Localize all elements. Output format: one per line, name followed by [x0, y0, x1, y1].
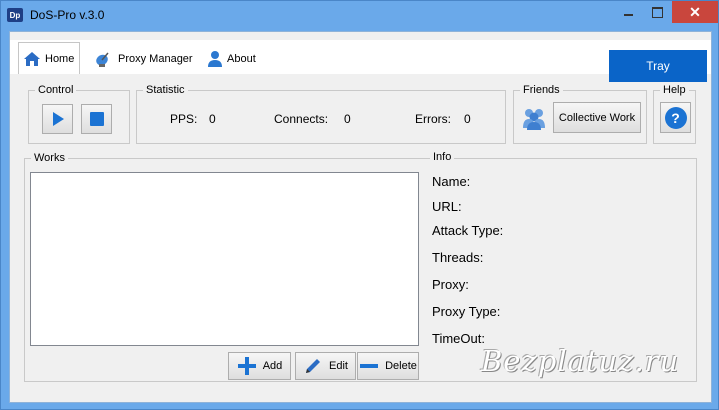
- info-proxy-label: Proxy:: [432, 277, 469, 292]
- errors-label: Errors:: [415, 112, 451, 126]
- minus-icon: [360, 364, 379, 368]
- delete-button[interactable]: Delete: [357, 352, 419, 380]
- works-group-label: Works: [34, 152, 65, 164]
- info-url-label: URL:: [432, 199, 462, 214]
- friends-group-label: Friends: [523, 84, 560, 96]
- help-group-label: Help: [663, 84, 686, 96]
- errors-value: 0: [464, 112, 471, 126]
- help-icon: ?: [664, 106, 687, 129]
- minimize-button[interactable]: [614, 1, 643, 23]
- tray-button[interactable]: Tray: [609, 50, 707, 82]
- connects-value: 0: [344, 112, 351, 126]
- works-list[interactable]: [30, 172, 419, 346]
- collective-work-button[interactable]: Collective Work: [553, 102, 641, 133]
- tab-home[interactable]: Home: [18, 42, 80, 74]
- user-icon: [208, 51, 222, 67]
- tab-about-label: About: [227, 53, 256, 65]
- maximize-button[interactable]: [644, 1, 671, 23]
- close-button[interactable]: ✕: [672, 1, 718, 23]
- stop-button[interactable]: [81, 104, 112, 134]
- info-proxy-type-label: Proxy Type:: [432, 304, 501, 319]
- pps-value: 0: [209, 112, 216, 126]
- home-icon: [24, 51, 40, 66]
- tab-about[interactable]: About: [203, 45, 267, 73]
- add-button-label: Add: [262, 360, 283, 372]
- tab-home-label: Home: [45, 52, 75, 65]
- window-title: DoS-Pro v.3.0: [30, 8, 105, 22]
- satellite-dish-icon: [96, 52, 109, 67]
- tab-proxy-manager-label: Proxy Manager: [118, 53, 193, 65]
- control-group-label: Control: [38, 84, 74, 96]
- start-button[interactable]: [42, 104, 73, 134]
- people-group-icon: [523, 109, 545, 130]
- info-group-label: Info: [430, 151, 455, 163]
- connects-label: Connects:: [274, 112, 329, 126]
- pencil-icon: [306, 359, 321, 373]
- app-window: Dp DoS-Pro v.3.0 ✕ Home Proxy Manager Ab…: [0, 0, 719, 410]
- plus-icon: [237, 357, 256, 375]
- pps-label: PPS:: [170, 112, 198, 126]
- stop-icon: [89, 112, 104, 126]
- tab-proxy-manager[interactable]: Proxy Manager: [90, 45, 200, 73]
- play-icon: [52, 112, 64, 126]
- watermark: Bezplatuz.ru: [481, 344, 680, 378]
- info-timeout-label: TimeOut:: [432, 331, 485, 346]
- edit-button[interactable]: Edit: [295, 352, 356, 380]
- info-attack-type-label: Attack Type:: [432, 223, 504, 238]
- info-name-label: Name:: [432, 174, 471, 189]
- add-button[interactable]: Add: [228, 352, 291, 380]
- title-bar[interactable]: Dp DoS-Pro v.3.0 ✕: [1, 1, 718, 31]
- edit-button-label: Edit: [329, 360, 348, 372]
- info-threads-label: Threads:: [432, 250, 484, 265]
- delete-button-label: Delete: [385, 360, 417, 372]
- tab-strip: Home Proxy Manager About Tray: [10, 40, 711, 82]
- statistic-group-label: Statistic: [146, 84, 185, 96]
- app-icon: Dp: [7, 8, 23, 22]
- help-button[interactable]: ?: [660, 102, 691, 133]
